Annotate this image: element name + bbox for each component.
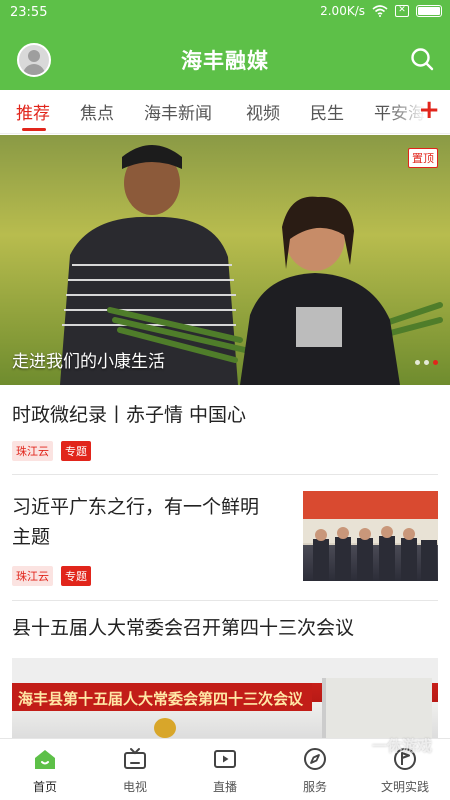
tab-recommend[interactable]: 推荐: [16, 99, 50, 124]
app-title: 海丰融媒: [181, 49, 269, 73]
wall-shape: [322, 678, 432, 738]
nav-home[interactable]: 首页: [0, 739, 90, 800]
nav-live[interactable]: 直播: [180, 739, 270, 800]
topic-badge: 专题: [61, 566, 91, 586]
featured-banner[interactable]: 置顶 走进我们的小康生活: [0, 135, 450, 385]
pinned-badge: 置顶: [408, 148, 438, 168]
tv-icon: [124, 748, 146, 769]
status-bar: 23:55 2.00K/s ✕: [0, 0, 450, 25]
tab-focus[interactable]: 焦点: [80, 99, 114, 124]
network-speed: 2.00K/s: [320, 4, 365, 18]
nav-service[interactable]: 服务: [270, 739, 360, 800]
news-item[interactable]: 时政微纪录丨赤子情 中国心 珠江云 专题: [12, 400, 438, 461]
divider: [12, 474, 438, 475]
meeting-banner-text: 海丰县第十五届人大常委会第四十三次会议: [18, 690, 304, 708]
home-icon: [35, 750, 55, 769]
search-icon[interactable]: [410, 47, 434, 71]
thumbnail-photo: [303, 491, 438, 581]
news-image[interactable]: 海丰县第十五届人大常委会第四十三次会议: [12, 658, 438, 738]
nav-service-label: 服务: [302, 780, 327, 794]
divider: [12, 600, 438, 601]
news-title: 县十五届人大常委会召开第四十三次会议: [12, 617, 355, 639]
carousel-dot: [424, 360, 429, 365]
channel-tabs: 推荐 焦点 海丰新闻 视频 民生 平安海 +: [0, 90, 450, 134]
news-thumbnail[interactable]: [303, 491, 438, 581]
news-title-line1: 习近平广东之行，有一个鲜明: [12, 496, 260, 518]
source-badge: 珠江云: [12, 566, 53, 586]
carousel-indicator: [415, 360, 438, 365]
source-badge: 珠江云: [12, 441, 53, 461]
carousel-dot-active: [433, 360, 438, 365]
wifi-icon: [372, 5, 388, 17]
add-channel-icon[interactable]: +: [418, 96, 440, 124]
live-icon: [214, 750, 236, 768]
compass-icon: [304, 748, 326, 770]
nav-home-label: 首页: [32, 780, 57, 794]
nav-live-label: 直播: [212, 780, 237, 794]
emblem-shape: [154, 718, 176, 738]
nav-tv-label: 电视: [122, 780, 147, 794]
tab-livelihood[interactable]: 民生: [310, 99, 344, 124]
topic-badge: 专题: [61, 441, 91, 461]
news-item[interactable]: 习近平广东之行，有一个鲜明 主题 珠江云 专题: [12, 492, 292, 586]
app-header: 海丰融媒: [0, 25, 450, 90]
sim-icon: ✕: [395, 5, 409, 17]
banner-caption: 走进我们的小康生活: [12, 352, 165, 372]
news-title: 时政微纪录丨赤子情 中国心: [12, 404, 247, 426]
status-time: 23:55: [10, 5, 48, 20]
watermark: 一休游戏: [371, 737, 432, 755]
nav-civilization-label: 文明实践: [380, 780, 429, 794]
battery-icon: [416, 5, 442, 17]
nav-tv[interactable]: 电视: [90, 739, 180, 800]
news-item[interactable]: 县十五届人大常委会召开第四十三次会议: [12, 613, 438, 643]
news-title-line2: 主题: [12, 526, 51, 548]
tab-video[interactable]: 视频: [246, 99, 280, 124]
active-tab-indicator: [22, 128, 46, 131]
carousel-dot: [415, 360, 420, 365]
tab-haifeng-news[interactable]: 海丰新闻: [144, 99, 212, 124]
